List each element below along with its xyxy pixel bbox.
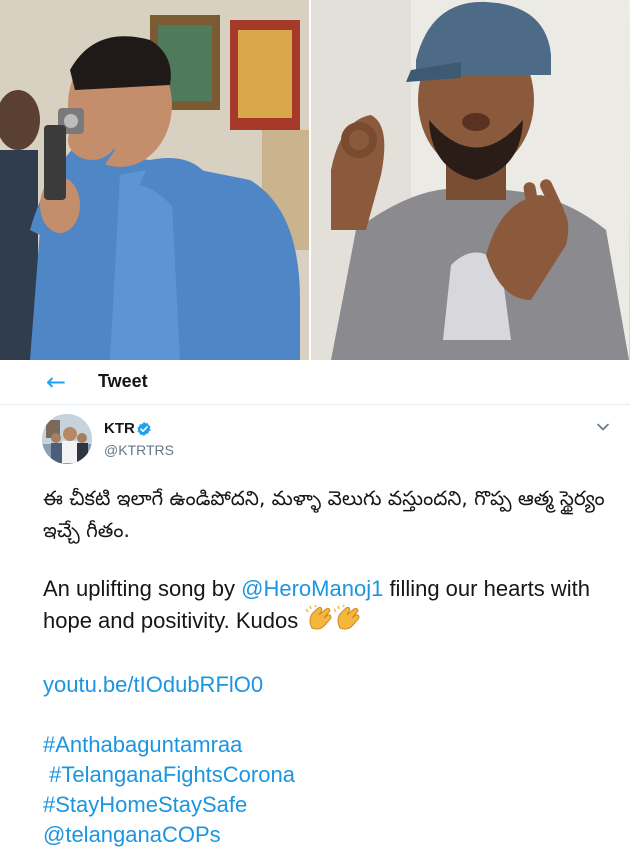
tweet-english-paragraph: An uplifting song by @HeroManoj1 filling… xyxy=(43,574,613,640)
avatar[interactable] xyxy=(42,414,92,464)
hashtag-anthabaguntamraa[interactable]: #Anthabaguntamraa xyxy=(43,730,613,760)
verified-badge-icon xyxy=(137,422,151,436)
photo-left-man-aiming xyxy=(0,0,310,360)
chevron-down-icon[interactable] xyxy=(596,420,610,434)
author-name[interactable]: KTR xyxy=(104,420,135,437)
hashtag-stayhomestaysafe[interactable]: #StayHomeStaySafe xyxy=(43,790,613,820)
tweet-text: ఈ చీకటి ఇలాగే ఉండిపోదని, మళ్ళా వెలుగు వస… xyxy=(43,482,613,850)
clapping-hands-icon xyxy=(304,604,362,640)
tweet-telugu-text: ఈ చీకటి ఇలాగే ఉండిపోదని, మళ్ళా వెలుగు వస… xyxy=(43,486,605,542)
author-handle[interactable]: @KTRTRS xyxy=(104,442,174,458)
arrow-left-icon[interactable]: ← xyxy=(46,368,66,396)
page-title: Tweet xyxy=(98,371,148,391)
tweet-page-header: ← Tweet xyxy=(0,362,630,405)
mention-telanganacops[interactable]: @telanganaCOPs xyxy=(43,820,613,850)
hashtag-telanganafightscorona[interactable]: #TelanganaFightsCorona xyxy=(43,760,613,790)
photo-right-man-cap xyxy=(311,0,630,360)
youtube-link[interactable]: youtu.be/tIOdubRFlO0 xyxy=(43,670,613,700)
tweet-english-prefix: An uplifting song by xyxy=(43,576,242,601)
mention-link[interactable]: @HeroManoj1 xyxy=(241,576,383,601)
header-photo-collage xyxy=(0,0,630,360)
